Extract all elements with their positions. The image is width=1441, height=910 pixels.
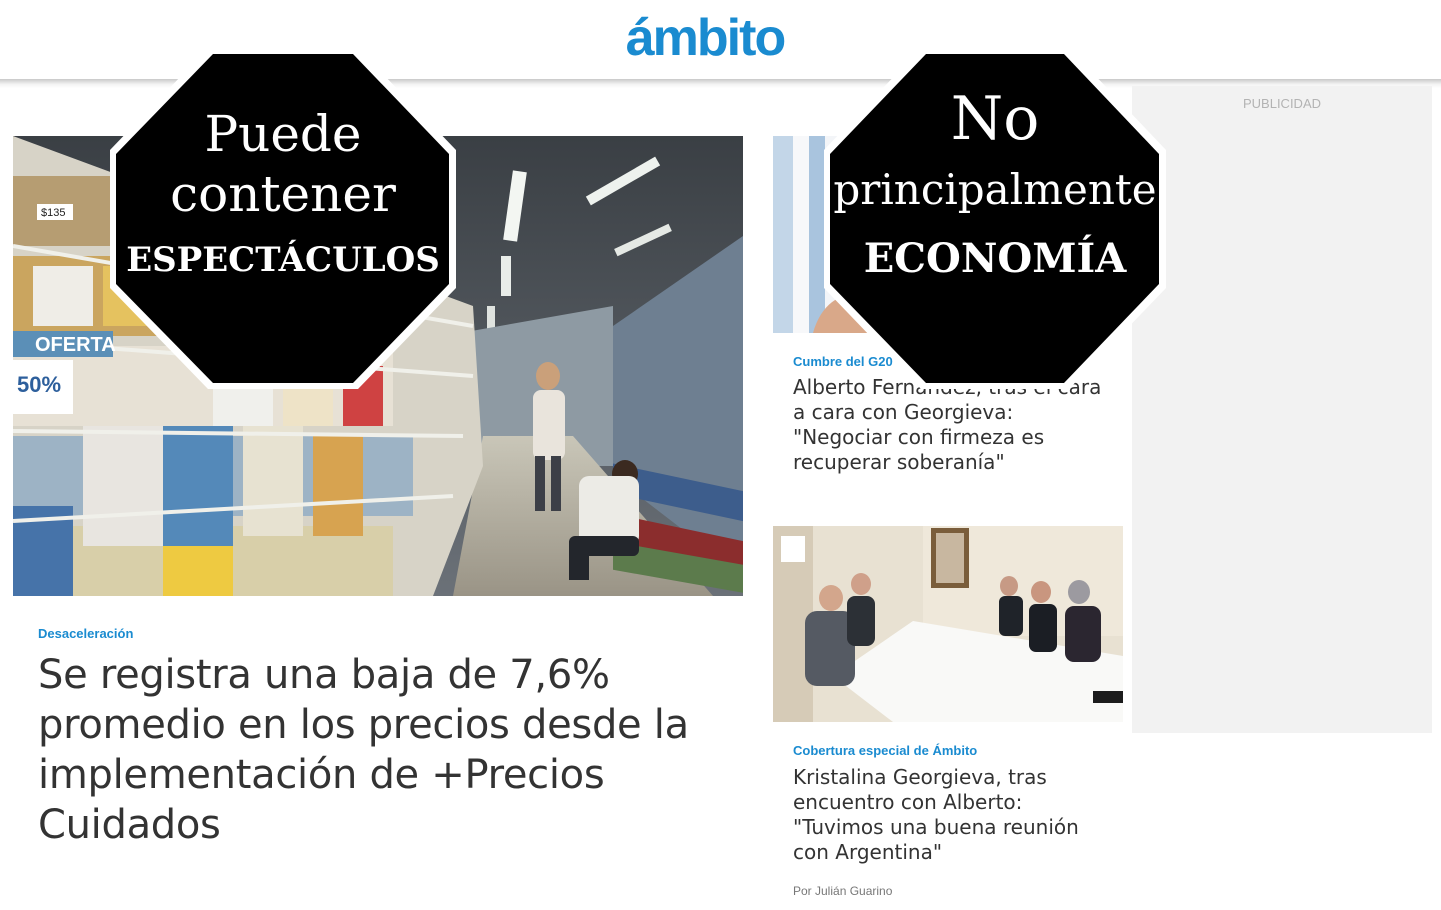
ad-slot[interactable]: PUBLICIDAD: [1132, 86, 1432, 733]
side-article-2-image[interactable]: [773, 526, 1123, 722]
content-warning-stamp: No principalmente ECONOMÍA: [822, 46, 1168, 391]
stamp-1-line-2: contener: [170, 165, 396, 223]
side-article-2-author[interactable]: Por Julián Guarino: [793, 884, 892, 898]
stamp-2-line-3: ECONOMÍA: [863, 235, 1127, 282]
main-article-kicker[interactable]: Desaceleración: [38, 626, 133, 641]
ad-label: PUBLICIDAD: [1242, 96, 1322, 111]
meeting-photo-icon: [773, 526, 1123, 722]
side-article-2-title[interactable]: Kristalina Georgieva, tras encuentro con…: [793, 765, 1113, 865]
main-article-title[interactable]: Se registra una baja de 7,6% promedio en…: [38, 650, 738, 850]
ambito-logo[interactable]: ámbito: [612, 8, 798, 68]
stamp-2-line-2: principalmente: [833, 165, 1157, 214]
side-article-2-kicker[interactable]: Cobertura especial de Ámbito: [793, 743, 977, 758]
price-tag: $135: [41, 207, 65, 219]
discount-sign: 50%: [17, 372, 61, 397]
stamp-2-line-1: No: [950, 84, 1040, 154]
stamp-1-line-3: ESPECTÁCULOS: [126, 240, 440, 280]
stamp-1-line-1: Puede: [204, 105, 362, 163]
content-warning-stamp: Puede contener ESPECTÁCULOS: [108, 46, 458, 391]
oferta-sign: OFERTA: [35, 334, 116, 356]
